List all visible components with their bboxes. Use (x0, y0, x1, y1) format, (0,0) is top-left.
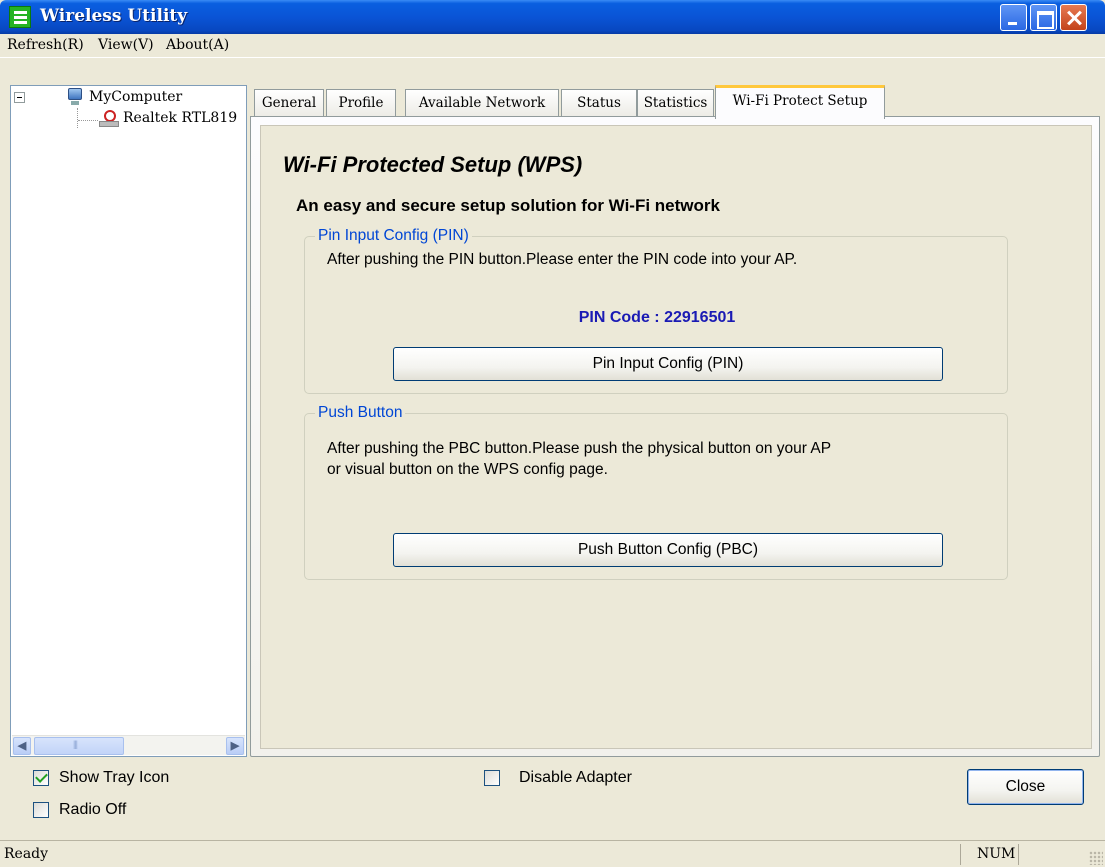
tab-statistics[interactable]: Statistics (637, 89, 714, 117)
num-lock-indicator: NUM (960, 844, 1016, 865)
push-button-groupbox: Push Button After pushing the PBC button… (304, 404, 1008, 580)
app-icon (9, 6, 31, 28)
status-text: Ready (4, 846, 49, 862)
wps-panel: Wi-Fi Protected Setup (WPS) An easy and … (260, 125, 1092, 749)
pin-input-config-button[interactable]: Pin Input Config (PIN) (393, 347, 943, 381)
menu-refresh[interactable]: Refresh(R) (7, 37, 84, 53)
menu-about[interactable]: About(A) (166, 37, 229, 53)
disable-adapter-checkbox[interactable] (484, 770, 500, 786)
tab-status[interactable]: Status (561, 89, 637, 117)
collapse-toggle[interactable] (14, 92, 25, 103)
tab-body: Wi-Fi Protected Setup (WPS) An easy and … (250, 116, 1100, 757)
tab-available-network[interactable]: Available Network (405, 89, 559, 117)
scroll-thumb[interactable] (34, 737, 124, 755)
show-tray-icon-label[interactable]: Show Tray Icon (59, 769, 169, 787)
tab-control: General Profile Available Network Status… (250, 85, 1100, 757)
minimize-button[interactable] (1000, 4, 1027, 31)
pbc-description-line2: or visual button on the WPS config page. (327, 461, 608, 478)
scroll-left-arrow-icon[interactable]: ◀ (13, 737, 31, 755)
tab-strip: General Profile Available Network Status… (250, 85, 1100, 119)
pin-code: PIN Code : 22916501 (578, 309, 736, 326)
radio-off-checkbox[interactable] (33, 802, 49, 818)
close-button[interactable]: Close (967, 769, 1084, 805)
maximize-button[interactable] (1030, 4, 1057, 31)
tree-item-adapter[interactable]: Realtek RTL819 (123, 110, 237, 126)
tree-item-mycomputer[interactable]: MyComputer (89, 89, 182, 105)
tab-wifi-protect-setup[interactable]: Wi-Fi Protect Setup (715, 85, 885, 119)
push-button-config-button[interactable]: Push Button Config (PBC) (393, 533, 943, 567)
disable-adapter-label[interactable]: Disable Adapter (519, 769, 632, 787)
pin-groupbox: Pin Input Config (PIN) After pushing the… (304, 227, 1008, 394)
radio-off-label[interactable]: Radio Off (59, 801, 126, 819)
tab-profile[interactable]: Profile (326, 89, 396, 117)
close-window-button[interactable] (1060, 4, 1087, 31)
wireless-adapter-icon (99, 110, 121, 128)
pin-description: After pushing the PIN button.Please ente… (327, 251, 798, 268)
pbc-group-legend: Push Button (315, 404, 406, 422)
tab-general[interactable]: General (254, 89, 324, 117)
title-bar[interactable]: Wireless Utility (0, 0, 1105, 34)
menu-view[interactable]: View(V) (98, 37, 154, 53)
scroll-right-arrow-icon[interactable]: ▶ (226, 737, 244, 755)
pbc-description-line1: After pushing the PBC button.Please push… (327, 440, 832, 457)
menu-bar: Refresh(R) View(V) About(A) (0, 34, 1105, 58)
wps-subtitle: An easy and secure setup solution for Wi… (296, 196, 720, 215)
resize-grip-icon[interactable] (1089, 851, 1103, 865)
adapter-tree: MyComputer Realtek RTL819 ◀ ▶ (10, 85, 247, 757)
computer-icon (66, 88, 84, 108)
show-tray-icon-checkbox[interactable] (33, 770, 49, 786)
status-pane-empty (1018, 844, 1074, 865)
window-title: Wireless Utility (40, 6, 188, 26)
wps-title: Wi-Fi Protected Setup (WPS) (283, 152, 583, 177)
tree-horizontal-scrollbar[interactable]: ◀ ▶ (12, 735, 245, 755)
status-bar: Ready NUM (0, 840, 1105, 867)
pin-group-legend: Pin Input Config (PIN) (315, 227, 472, 245)
wireless-utility-window: Wireless Utility Refresh(R) View(V) Abou… (0, 0, 1105, 867)
